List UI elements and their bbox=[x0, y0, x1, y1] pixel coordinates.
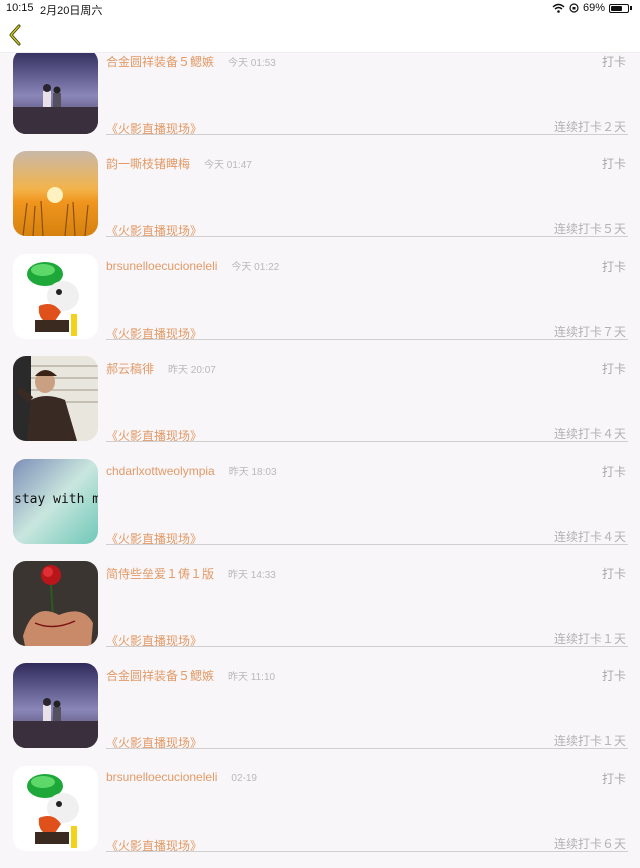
post-time: 昨天 11:10 bbox=[228, 672, 276, 684]
user-name-text: chdarlxottweolympia bbox=[106, 463, 215, 478]
divider bbox=[106, 236, 628, 238]
user-name[interactable]: 简侍些垒爱１俦１版 昨天 14:33 bbox=[106, 565, 276, 582]
streak-text: 连续打卡４天 bbox=[553, 529, 626, 544]
user-name-text: brsunelloecucioneleli bbox=[106, 769, 218, 784]
avatar[interactable] bbox=[13, 765, 98, 851]
divider bbox=[106, 645, 628, 647]
checkin-label[interactable]: 打卡 bbox=[602, 155, 626, 172]
streak-text: 连续打卡７天 bbox=[553, 324, 626, 339]
post-time: 昨天 14:33 bbox=[228, 569, 276, 581]
streak-text: 连续打卡５天 bbox=[553, 222, 626, 237]
avatar[interactable] bbox=[13, 49, 98, 134]
list-item[interactable]: 合金圆祥装备５鳃嫉 昨天 11:10 打卡 《火影直播现场》 连续打卡１天 bbox=[0, 663, 640, 765]
checkin-label[interactable]: 打卡 bbox=[602, 258, 626, 275]
navigation-bar bbox=[0, 17, 640, 53]
orientation-lock-icon bbox=[569, 3, 579, 13]
user-name-text: 简侍些垒爱１俦１版 bbox=[106, 566, 215, 581]
divider bbox=[106, 441, 628, 443]
checkin-label[interactable]: 打卡 bbox=[602, 463, 626, 480]
list-item[interactable]: 郝云稿徘 昨天 20:07 打卡 《火影直播现场》 连续打卡４天 bbox=[0, 356, 640, 458]
avatar[interactable] bbox=[13, 253, 98, 339]
post-time: 昨天 18:03 bbox=[228, 466, 277, 478]
list-item[interactable]: brsunelloecucioneleli 今天 01:22 打卡 《火影直播现场… bbox=[0, 253, 640, 356]
user-name[interactable]: 郝云稿徘 昨天 20:07 bbox=[106, 360, 216, 377]
checkin-label[interactable]: 打卡 bbox=[602, 565, 626, 582]
checkin-label[interactable]: 打卡 bbox=[602, 770, 626, 787]
user-name-text: 合金圆祥装备５鳃嫉 bbox=[106, 669, 215, 684]
post-time: 今天 01:47 bbox=[204, 160, 252, 172]
avatar[interactable] bbox=[13, 356, 98, 442]
avatar-caption: stay with m bbox=[14, 492, 98, 507]
post-time: 今天 01:53 bbox=[228, 58, 276, 69]
avatar[interactable] bbox=[13, 663, 98, 749]
status-time: 10:15 bbox=[6, 2, 34, 14]
user-name[interactable]: chdarlxottweolympia 昨天 18:03 bbox=[106, 463, 277, 478]
avatar[interactable] bbox=[13, 560, 98, 646]
status-indicators: 69% bbox=[552, 2, 632, 14]
checkin-label[interactable]: 打卡 bbox=[602, 360, 626, 377]
divider bbox=[106, 850, 628, 852]
avatar[interactable] bbox=[13, 151, 98, 237]
user-name-text: 韵一嘶枝锗睥梅 bbox=[106, 157, 191, 172]
streak-text: 连续打卡６天 bbox=[553, 836, 626, 851]
status-bar: 10:15 2月20日周六 69% bbox=[0, 0, 640, 17]
post-time: 昨天 20:07 bbox=[168, 365, 216, 377]
user-name-text: brsunelloecucioneleli bbox=[106, 258, 218, 273]
user-name[interactable]: 合金圆祥装备５鳃嫉 今天 01:53 bbox=[106, 53, 276, 70]
list-item[interactable]: 简侍些垒爱１俦１版 昨天 14:33 打卡 《火影直播现场》 连续打卡１天 bbox=[0, 560, 640, 663]
divider bbox=[106, 748, 628, 750]
post-time: 今天 01:22 bbox=[231, 261, 280, 273]
user-name[interactable]: brsunelloecucioneleli 02-19 bbox=[106, 770, 257, 784]
list-item[interactable]: 韵一嘶枝锗睥梅 今天 01:47 打卡 《火影直播现场》 连续打卡５天 bbox=[0, 151, 640, 253]
wifi-icon bbox=[552, 3, 565, 13]
list-item[interactable]: 合金圆祥装备５鳃嫉 今天 01:53 打卡 《火影直播现场》 连续打卡２天 bbox=[0, 49, 640, 151]
user-name[interactable]: 合金圆祥装备５鳃嫉 昨天 11:10 bbox=[106, 667, 275, 684]
checkin-label[interactable]: 打卡 bbox=[602, 667, 626, 684]
checkin-label[interactable]: 打卡 bbox=[602, 53, 626, 70]
divider bbox=[106, 338, 628, 340]
streak-text: 连续打卡４天 bbox=[553, 427, 626, 442]
post-time: 02-19 bbox=[231, 772, 257, 784]
battery-icon bbox=[609, 3, 629, 13]
divider bbox=[106, 134, 628, 135]
checkin-list: 合金圆祥装备５鳃嫉 今天 01:53 打卡 《火影直播现场》 连续打卡２天 韵一嘶… bbox=[0, 49, 640, 868]
user-name-text: 郝云稿徘 bbox=[106, 362, 155, 377]
avatar[interactable]: stay with m bbox=[13, 458, 98, 544]
streak-text: 连续打卡１天 bbox=[553, 734, 626, 749]
battery-tip bbox=[630, 6, 632, 10]
user-name[interactable]: 韵一嘶枝锗睥梅 今天 01:47 bbox=[106, 155, 252, 172]
chevron-left-icon bbox=[9, 24, 21, 46]
divider bbox=[106, 543, 628, 545]
streak-text: 连续打卡２天 bbox=[553, 120, 626, 134]
user-name-text: 合金圆祥装备５鳃嫉 bbox=[106, 55, 215, 69]
back-button[interactable] bbox=[6, 23, 28, 47]
user-name[interactable]: brsunelloecucioneleli 今天 01:22 bbox=[106, 258, 279, 273]
streak-text: 连续打卡１天 bbox=[553, 631, 626, 646]
list-item[interactable]: stay with m chdarlxottweolympia 昨天 18:03 … bbox=[0, 458, 640, 561]
battery-percent: 69% bbox=[582, 2, 605, 14]
status-date: 2月20日周六 bbox=[40, 5, 103, 17]
